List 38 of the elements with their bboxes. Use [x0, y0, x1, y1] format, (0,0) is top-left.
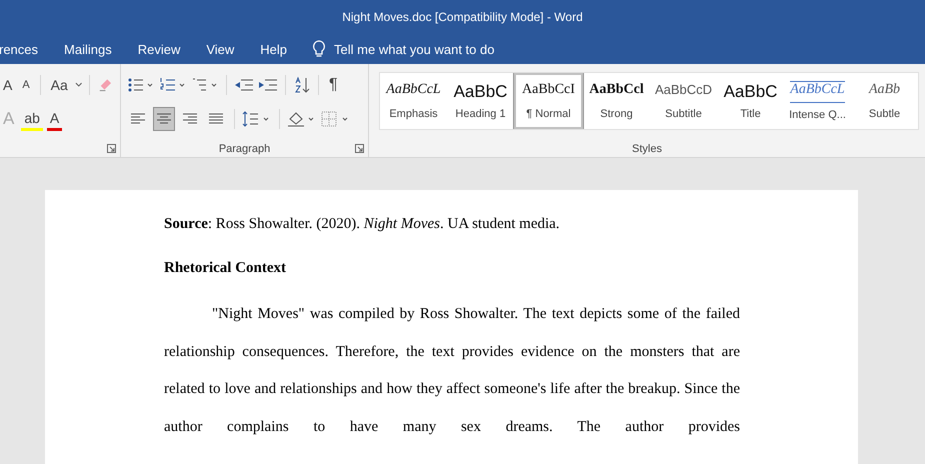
- shrink-font-button[interactable]: A: [19, 77, 33, 93]
- style-option[interactable]: AaBbC Title: [717, 73, 784, 129]
- style-option[interactable]: AaBbCcL Intense Q...: [784, 73, 851, 129]
- ribbon-tab[interactable]: View: [193, 42, 248, 56]
- style-option[interactable]: AaBbC Heading 1: [447, 73, 514, 129]
- search-placeholder: Tell me what you want to do: [334, 42, 494, 56]
- style-option[interactable]: AaBbCcI ¶ Normal: [514, 73, 583, 129]
- group-label: Styles: [631, 143, 663, 155]
- style-option[interactable]: AaBbCcD Subtitle: [650, 73, 717, 129]
- ribbon-tab[interactable]: Mailings: [51, 42, 125, 56]
- bullet-list-icon[interactable]: [127, 76, 155, 94]
- style-option[interactable]: AaBbCcl Strong: [583, 73, 650, 129]
- group-label: Paragraph: [218, 143, 272, 155]
- sort-icon[interactable]: [293, 76, 311, 94]
- tell-me-search[interactable]: Tell me what you want to do: [312, 40, 494, 58]
- alignment-lines-icon: [208, 112, 224, 126]
- alignment-lines-icon: [130, 112, 146, 126]
- change-case-button[interactable]: Aa: [48, 75, 71, 95]
- highlight-button[interactable]: ab: [21, 108, 43, 130]
- dialog-launcher-icon[interactable]: [355, 144, 364, 153]
- align-center-button[interactable]: [153, 107, 175, 131]
- font-color-button[interactable]: A: [46, 108, 62, 130]
- dialog-launcher-icon[interactable]: [107, 144, 116, 153]
- show-formatting-marks-button[interactable]: ¶: [326, 74, 341, 96]
- caret-icon[interactable]: [74, 82, 82, 88]
- ribbon-tab[interactable]: rences: [0, 42, 52, 56]
- source-citation: Source: Ross Showalter. (2020). Night Moves. UA student media.: [164, 216, 561, 233]
- ribbon-tab[interactable]: Help: [247, 42, 300, 56]
- grow-font-button[interactable]: A: [0, 75, 16, 95]
- window-title: Night Moves.doc [Compatibility Mode] - Word: [342, 10, 583, 24]
- lightbulb-icon: [312, 40, 326, 58]
- style-option[interactable]: AaBb Subtle: [851, 73, 918, 129]
- ribbon-tab[interactable]: Review: [124, 42, 194, 56]
- style-option[interactable]: AaBbCcL Emphasis: [380, 73, 447, 129]
- alignment-lines-icon: [182, 112, 198, 126]
- alignment-lines-icon: [156, 112, 172, 126]
- body-paragraph: "Night Moves" was compiled by Ross Showalter. The text depicts some of the failed relationship consequences. Therefore, the text provides evidence on the monsters that are related to love and relationships and how they affect someone's life after the breakup. Since the author complains to have many sex dreams. The author provides: [164, 305, 740, 436]
- section-heading: Rhetorical Context: [164, 260, 288, 277]
